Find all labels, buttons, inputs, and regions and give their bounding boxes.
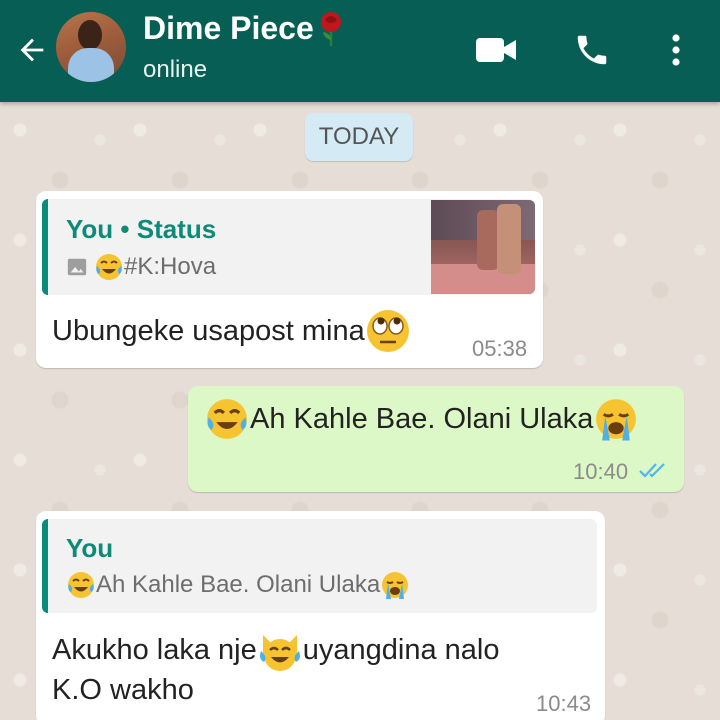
loudly-crying-face-icon bbox=[596, 399, 637, 441]
more-vert-icon bbox=[672, 34, 680, 66]
rose-icon bbox=[316, 10, 346, 56]
contact-name[interactable]: Dime Piece bbox=[143, 10, 346, 56]
face-with-tears-of-joy-icon bbox=[207, 399, 247, 439]
double-check-read-icon bbox=[639, 463, 665, 478]
photo-icon bbox=[67, 258, 87, 276]
message-text-line-2: K.O wakho bbox=[52, 674, 194, 706]
chat-header: Dime Piece online bbox=[0, 0, 720, 102]
more-options-button[interactable] bbox=[652, 26, 700, 74]
date-separator: TODAY bbox=[305, 113, 413, 161]
phone-icon bbox=[577, 35, 607, 65]
quote-text: #K:Hova bbox=[66, 252, 216, 282]
message-time: 05:38 bbox=[472, 336, 528, 361]
back-arrow-icon bbox=[20, 38, 44, 62]
message-text-line-1: Akukho laka nje uyangdina nalo bbox=[52, 627, 499, 673]
message-text: Ubungeke usapost mina bbox=[52, 308, 411, 354]
message-time: 10:40 bbox=[573, 459, 629, 484]
face-with-tears-of-joy-icon bbox=[68, 572, 94, 598]
avatar[interactable] bbox=[56, 12, 126, 82]
voice-call-button[interactable] bbox=[568, 26, 616, 74]
face-with-tears-of-joy-icon bbox=[96, 254, 122, 280]
status-thumbnail[interactable] bbox=[431, 200, 535, 294]
face-with-rolling-eyes-icon bbox=[366, 310, 409, 352]
quote-title: You • Status bbox=[66, 214, 217, 244]
cat-with-tears-of-joy-icon bbox=[259, 635, 300, 671]
message-time: 10:43 bbox=[536, 691, 592, 716]
contact-status: online bbox=[143, 56, 208, 83]
video-call-icon bbox=[476, 38, 516, 62]
loudly-crying-face-icon bbox=[382, 572, 409, 599]
quote-text: Ah Kahle Bae. Olani Ulaka bbox=[66, 570, 410, 600]
back-button[interactable] bbox=[8, 26, 56, 74]
message-text: Ah Kahle Bae. Olani Ulaka bbox=[204, 396, 639, 442]
quote-title: You bbox=[66, 533, 114, 563]
video-call-button[interactable] bbox=[472, 26, 520, 74]
